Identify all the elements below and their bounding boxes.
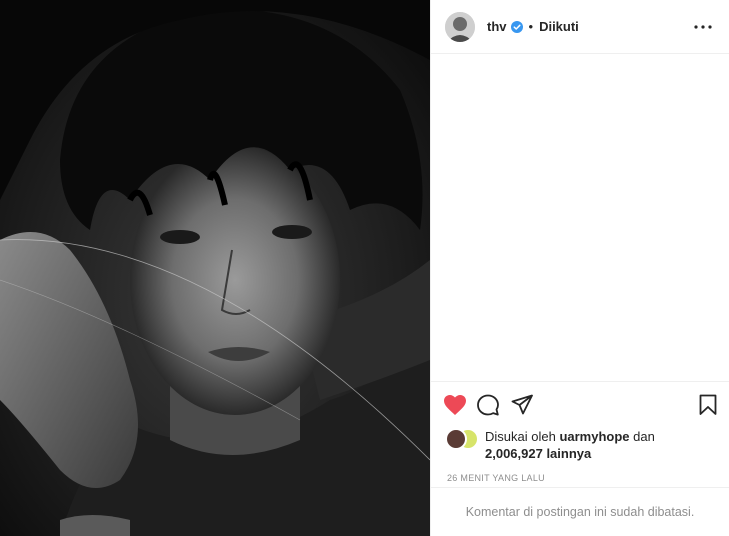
paper-plane-icon: [511, 394, 533, 415]
likes-prefix: Disukai oleh: [485, 429, 556, 444]
post-sidebar: thv • Diikuti Disukai oleh uarmyhope dan…: [430, 0, 729, 536]
liked-by-username[interactable]: uarmyhope: [559, 429, 629, 444]
header-separator: •: [528, 19, 534, 34]
author-username[interactable]: thv: [487, 19, 507, 34]
share-button[interactable]: [511, 390, 545, 420]
likes-count[interactable]: 2,006,927 lainnya: [485, 446, 591, 461]
portrait-image: [0, 0, 430, 536]
bookmark-icon: [699, 394, 717, 415]
comments-area: [431, 54, 729, 382]
comments-disabled-notice: Komentar di postingan ini sudah dibatasi…: [431, 487, 729, 536]
verified-badge-icon: [510, 20, 523, 33]
likes-summary: Disukai oleh uarmyhope dan 2,006,927 lai…: [431, 428, 729, 468]
post-header: thv • Diikuti: [431, 0, 729, 54]
heart-filled-icon: [444, 395, 466, 415]
likes-text: Disukai oleh uarmyhope dan 2,006,927 lai…: [485, 428, 655, 462]
post-photo[interactable]: [0, 0, 430, 536]
author-avatar[interactable]: [445, 11, 475, 42]
save-button[interactable]: [687, 390, 717, 420]
action-bar: [431, 382, 729, 428]
more-options-icon[interactable]: [691, 15, 715, 39]
post-timestamp[interactable]: 26 MENIT YANG LALU: [431, 468, 729, 488]
following-button[interactable]: Diikuti: [539, 19, 579, 34]
comment-button[interactable]: [477, 390, 511, 420]
comment-icon: [477, 394, 499, 416]
liker-avatar[interactable]: [445, 428, 467, 450]
liker-avatars: [445, 428, 481, 450]
instagram-post: thv • Diikuti Disukai oleh uarmyhope dan…: [0, 0, 729, 536]
likes-connector: dan: [633, 429, 655, 444]
like-button[interactable]: [443, 390, 477, 420]
